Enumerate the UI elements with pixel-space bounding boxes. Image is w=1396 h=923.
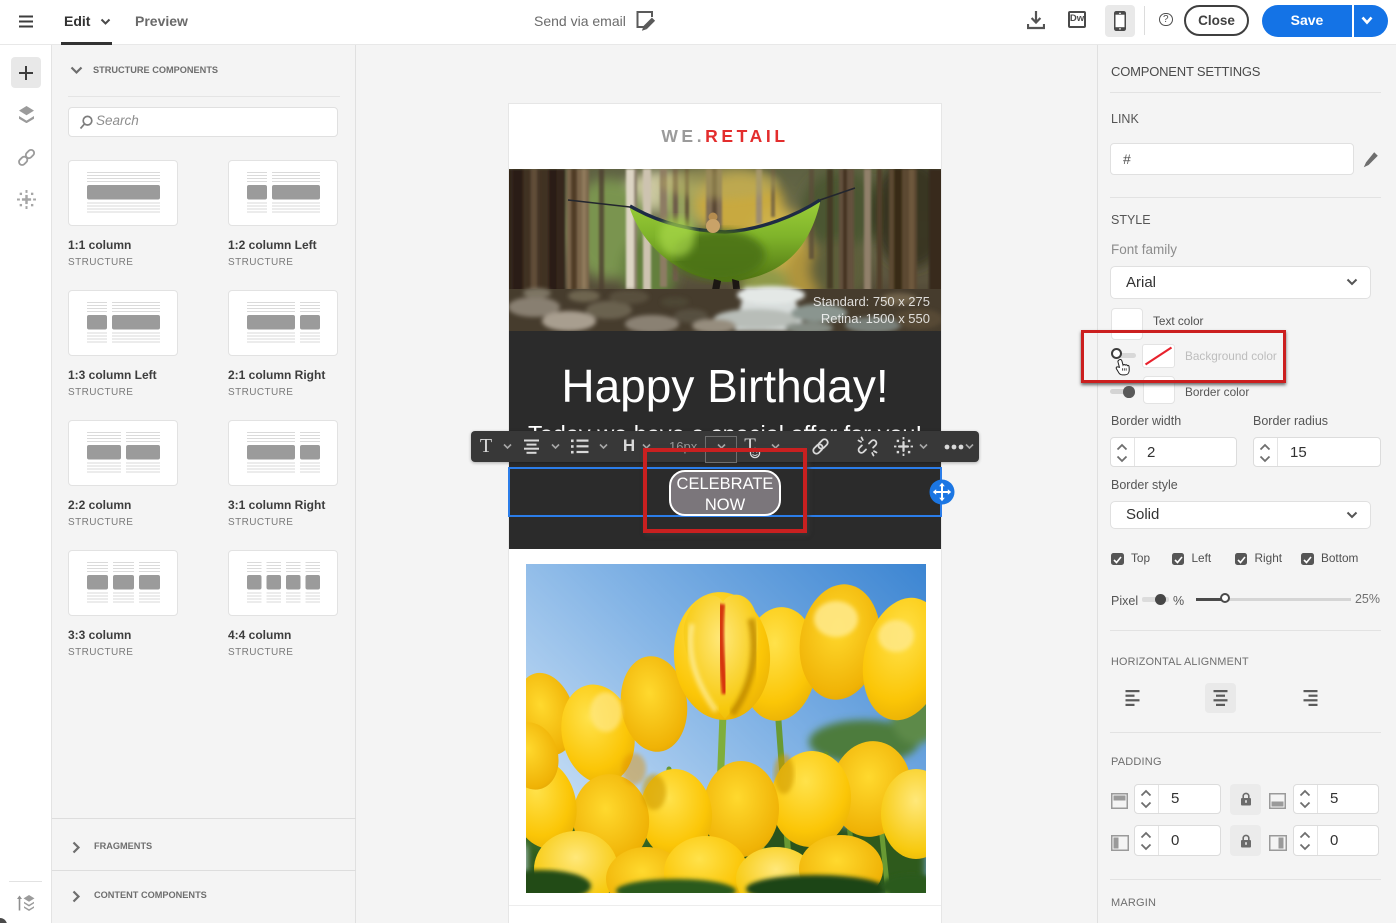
svg-text:Standard: 750 x 275: Standard: 750 x 275: [813, 294, 930, 309]
svg-text:Retina: 1500 x 550: Retina: 1500 x 550: [821, 311, 930, 326]
